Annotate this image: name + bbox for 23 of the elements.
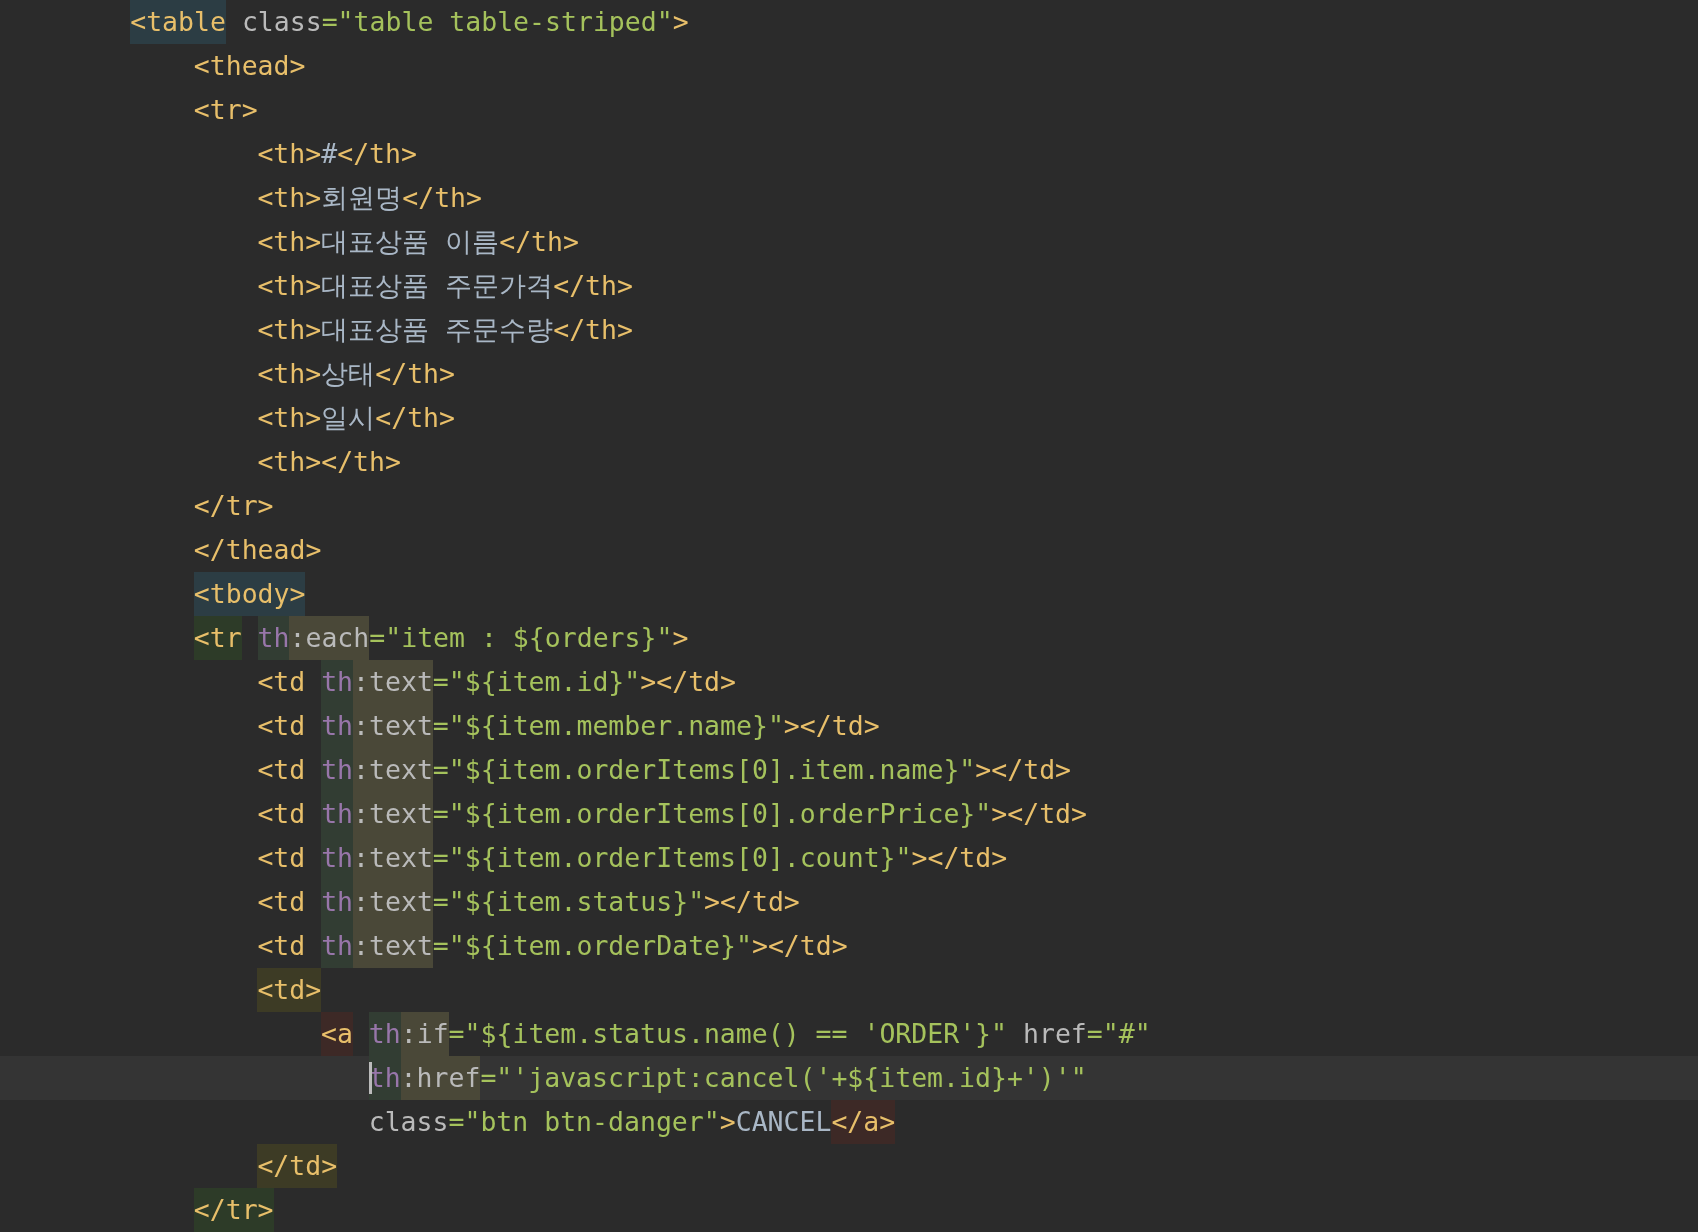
code-line[interactable]: <td th:text="${item.orderDate}"></td> [257, 924, 848, 968]
code-line[interactable]: <thead> [193, 44, 306, 88]
code-line[interactable]: <tr th:each="item : ${orders}"> [193, 616, 689, 660]
code-line[interactable]: <th></th> [257, 440, 401, 484]
code-line[interactable]: <th>일시</th> [257, 396, 455, 440]
code-line[interactable]: <td th:text="${item.orderItems[0].count}"></td> [257, 836, 1008, 880]
code-line[interactable]: <td th:text="${item.status}"></td> [257, 880, 800, 924]
code-line[interactable]: <td th:text="${item.orderItems[0].item.name}"></td> [257, 748, 1072, 792]
code-line[interactable]: <td th:text="${item.id}"></td> [257, 660, 736, 704]
code-line[interactable]: <th>회원명</th> [257, 176, 482, 220]
code-line[interactable]: <th>대표상품 주문수량</th> [257, 308, 633, 352]
code-line[interactable]: <th>#</th> [257, 132, 417, 176]
code-line[interactable]: </thead> [193, 528, 322, 572]
code-line[interactable]: <th>대표상품 주문가격</th> [257, 264, 633, 308]
code-line[interactable]: <th>대표상품 이름</th> [257, 220, 579, 264]
code-line[interactable]: <a th:if="${item.status.name() == 'ORDER'}" href="#" [321, 1012, 1151, 1056]
code-line[interactable]: <td th:text="${item.member.name}"></td> [257, 704, 880, 748]
code-line[interactable]: <th>상태</th> [257, 352, 455, 396]
code-line[interactable]: class="btn btn-danger">CANCEL</a> [368, 1100, 896, 1144]
code-line[interactable]: <td th:text="${item.orderItems[0].orderPrice}"></td> [257, 792, 1087, 836]
code-line[interactable]: <table class="table table-striped"> [130, 0, 689, 44]
code-line[interactable]: <tr> [193, 88, 258, 132]
code-line[interactable]: </tr> [193, 484, 274, 528]
